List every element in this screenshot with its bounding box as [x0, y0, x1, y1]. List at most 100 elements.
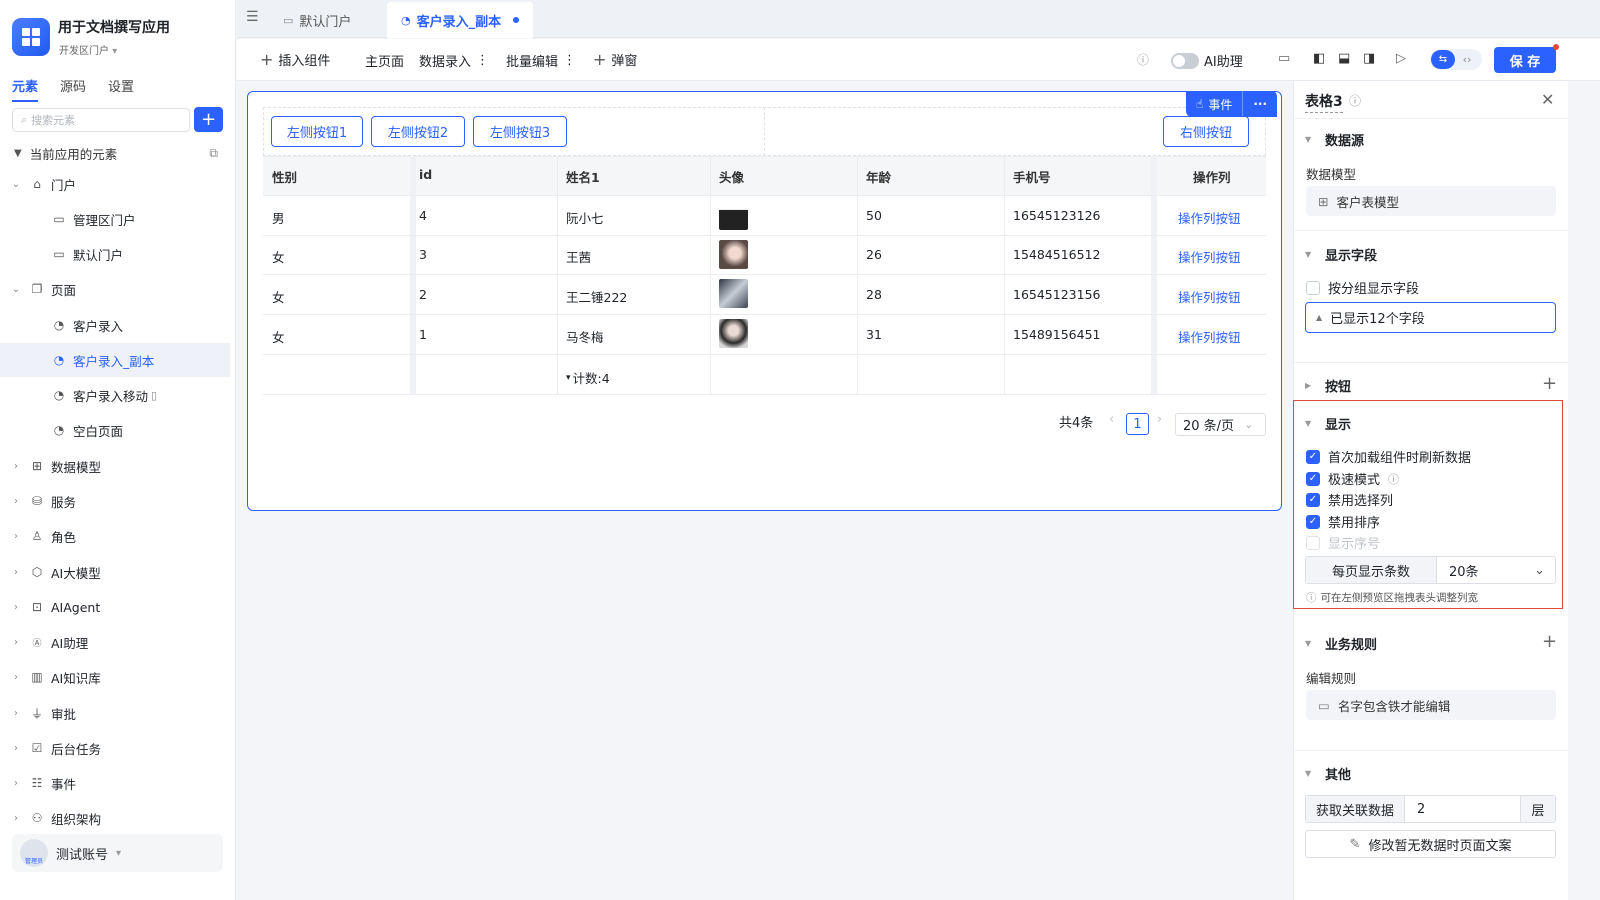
panel-right-icon[interactable]: ◨ [1363, 51, 1375, 66]
panel-bottom-icon[interactable]: ⬓ [1338, 51, 1350, 66]
ai-assistant-toggle[interactable]: AI助理 [1171, 51, 1243, 70]
sidebar-item-customer-entry[interactable]: ◔ 客户录入 [10, 308, 240, 342]
sidebar-item-portal[interactable]: ⌄ ⌂ 门户 [10, 167, 240, 201]
main-page-button[interactable]: 主页面 [365, 51, 404, 70]
account-menu[interactable]: 管理员 测试账号 ▾ [12, 834, 223, 872]
col-header-action[interactable]: 操作列 [1193, 167, 1231, 186]
edit-empty-text-button[interactable]: ✎ 修改暂无数据时页面文案 [1305, 830, 1556, 858]
next-page-icon[interactable]: › [1157, 412, 1162, 427]
count-summary[interactable]: ▾ 计数:4 [566, 368, 610, 387]
left-button-2[interactable]: 左侧按钮2 [371, 116, 465, 147]
sidebar-item-pages[interactable]: ⌄ ❐ 页面 [10, 272, 240, 306]
preview-icon[interactable]: ▷ [1396, 51, 1406, 66]
add-element-button[interactable]: + [194, 107, 223, 132]
save-button[interactable]: 保 存 [1494, 47, 1556, 73]
tree-section-header[interactable]: ▼ 当前应用的元素 ⧉ [14, 144, 218, 163]
event-button[interactable]: ☝ 事件 [1186, 91, 1244, 117]
sidebar-item-event[interactable]: › ☷ 事件 [10, 766, 240, 800]
tab-customer-entry-copy[interactable]: ◔ 客户录入_副本 [387, 2, 534, 38]
add-rule-icon[interactable]: + [1542, 631, 1557, 652]
page-number[interactable]: 1 [1126, 413, 1149, 435]
right-button[interactable]: 右侧按钮 [1163, 116, 1249, 147]
shown-fields-toggle[interactable]: ▲ 已显示12个字段 [1305, 302, 1556, 333]
chevron-right-icon: › [14, 636, 18, 648]
page-size-select[interactable]: 20 条/页 ⌄ [1175, 413, 1266, 436]
group-fields-checkbox[interactable]: 按分组显示字段 [1306, 278, 1419, 297]
close-icon[interactable]: ✕ [1541, 90, 1554, 109]
tab-default-portal[interactable]: ▭ 默认门户 [269, 2, 365, 38]
fast-mode-checkbox[interactable]: ✓ 极速模式 ⓘ [1306, 469, 1399, 488]
row-action-button[interactable]: 操作列按钮 [1178, 327, 1241, 346]
sidebar-item-approval[interactable]: › ⏚ 审批 [10, 696, 240, 730]
caret-down-icon: ▾ [116, 847, 122, 859]
section-fields[interactable]: ▼ 显示字段 [1305, 245, 1377, 264]
sidebar-item-admin-portal[interactable]: ▭ 管理区门户 [10, 202, 240, 236]
sidebar-item-data-model[interactable]: › ⊞ 数据模型 [10, 449, 240, 483]
sidebar-item-default-portal[interactable]: ▭ 默认门户 [10, 237, 240, 271]
component-title[interactable]: 表格3 [1305, 91, 1343, 113]
edit-rule-item[interactable]: ▭ 名字包含铁才能编辑 [1306, 690, 1556, 720]
disable-sort-checkbox[interactable]: ✓ 禁用排序 [1306, 512, 1380, 531]
per-page-select[interactable]: 20条 ⌄ [1437, 557, 1555, 583]
more-vertical-icon: ⋮ [563, 53, 577, 68]
row-action-button[interactable]: 操作列按钮 [1178, 208, 1241, 227]
sidebar-item-bg-task[interactable]: › ☑ 后台任务 [10, 731, 240, 765]
section-buttons[interactable]: ▶ 按钮 [1305, 376, 1351, 395]
col-header-gender[interactable]: 性别 [272, 167, 297, 186]
page-icon: ◔ [53, 318, 65, 332]
sidebar-item-customer-mobile[interactable]: ◔ 客户录入移动 ▯ [10, 378, 240, 412]
sidebar-item-ai-agent[interactable]: › ⊡ AIAgent [10, 590, 240, 624]
col-header-avatar[interactable]: 头像 [719, 167, 744, 186]
row-action-button[interactable]: 操作列按钮 [1178, 247, 1241, 266]
related-data-input[interactable]: 2 [1405, 796, 1520, 822]
left-button-3[interactable]: 左侧按钮3 [473, 116, 567, 147]
section-other[interactable]: ▼ 其他 [1305, 764, 1351, 783]
datasource-model-select[interactable]: ⊞ 客户表模型 [1306, 186, 1556, 216]
layout-icon[interactable]: ▭ [1278, 51, 1290, 66]
left-button-1[interactable]: 左侧按钮1 [271, 116, 363, 147]
insert-component-button[interactable]: + 插入组件 [260, 50, 330, 69]
help-icon[interactable]: ⓘ [1137, 51, 1149, 68]
sidebar-item-role[interactable]: › ♙ 角色 [10, 519, 240, 553]
add-button-icon[interactable]: + [1542, 373, 1557, 394]
mode-switch[interactable]: ⇆ ‹› [1430, 49, 1482, 70]
tab-source[interactable]: 源码 [60, 76, 86, 102]
chevron-right-icon: › [14, 777, 18, 789]
data-entry-menu[interactable]: 数据录入 ⋮ [419, 51, 489, 70]
tab-settings[interactable]: 设置 [108, 76, 134, 102]
search-input[interactable]: ⌕ 搜索元素 [12, 108, 190, 132]
help-icon[interactable]: ⓘ [1349, 92, 1361, 109]
sidebar-item-ai-model[interactable]: › ⬡ AI大模型 [10, 555, 240, 589]
col-header-age[interactable]: 年龄 [866, 167, 891, 186]
popup-button[interactable]: + 弹窗 [593, 50, 637, 69]
layout-icon[interactable]: ⧉ [209, 146, 218, 161]
section-display[interactable]: ▼ 显示 [1305, 414, 1351, 433]
prev-page-icon[interactable]: ‹ [1109, 412, 1114, 427]
sidebar-item-ai-assistant[interactable]: › Ⓐ AI助理 [10, 625, 240, 659]
app-title: 用于文档撰写应用 [58, 20, 170, 36]
tab-elements[interactable]: 元素 [12, 76, 39, 102]
col-header-id[interactable]: id [419, 167, 432, 182]
collapse-sidebar-icon[interactable]: ☰ [246, 9, 259, 25]
section-datasource[interactable]: ▼ 数据源 [1305, 130, 1364, 149]
notice-dot [1553, 44, 1559, 50]
panel-left-icon[interactable]: ◧ [1313, 51, 1325, 66]
row-action-button[interactable]: 操作列按钮 [1178, 287, 1241, 306]
refresh-on-load-checkbox[interactable]: ✓ 首次加载组件时刷新数据 [1306, 447, 1471, 466]
col-header-name[interactable]: 姓名1 [566, 167, 600, 186]
portal-switcher[interactable]: 开发区门户 ▾ [59, 42, 117, 57]
sidebar-item-service[interactable]: › ⛁ 服务 [10, 484, 240, 518]
cell-id: 4 [419, 208, 427, 223]
section-rules[interactable]: ▼ 业务规则 [1305, 634, 1377, 653]
col-header-phone[interactable]: 手机号 [1013, 167, 1051, 186]
disable-select-column-checkbox[interactable]: ✓ 禁用选择列 [1306, 490, 1393, 509]
sidebar-item-blank-page[interactable]: ◔ 空白页面 [10, 413, 240, 447]
more-icon[interactable]: ··· [1243, 97, 1277, 111]
batch-edit-menu[interactable]: 批量编辑 ⋮ [506, 51, 576, 70]
sidebar-item-org[interactable]: › ⚇ 组织架构 [10, 801, 240, 835]
avatar-image [719, 240, 748, 269]
show-index-checkbox[interactable]: 显示序号 [1306, 533, 1380, 552]
sidebar-item-ai-kb[interactable]: › ▥ AI知识库 [10, 660, 240, 694]
chevron-right-icon: › [14, 812, 18, 824]
sidebar-item-customer-entry-copy[interactable]: ◔ 客户录入_副本 [0, 343, 230, 377]
